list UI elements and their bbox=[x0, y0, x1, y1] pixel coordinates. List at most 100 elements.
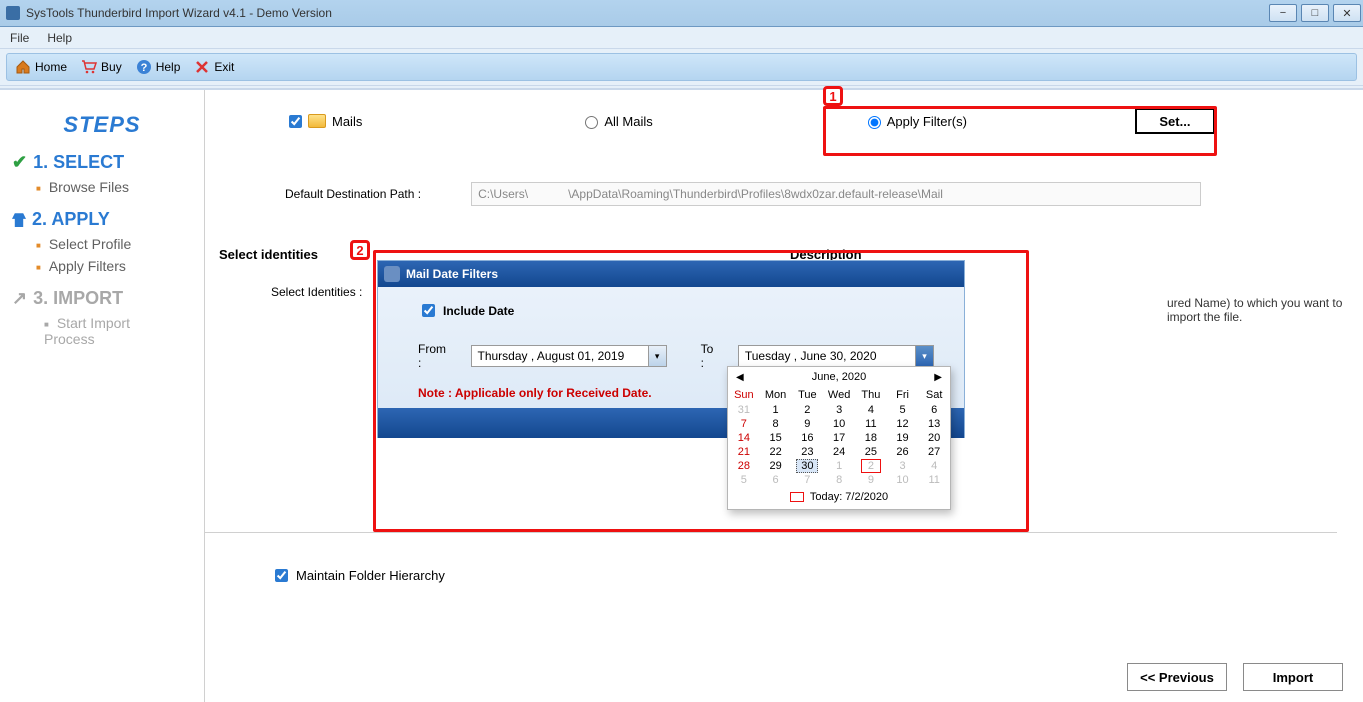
menu-help[interactable]: Help bbox=[47, 31, 72, 45]
calendar-day[interactable]: 30 bbox=[791, 459, 823, 473]
toolbar-exit[interactable]: Exit bbox=[194, 59, 234, 75]
calendar-day[interactable]: 31 bbox=[728, 403, 760, 417]
from-dropdown-icon[interactable] bbox=[648, 346, 666, 366]
calendar-day[interactable]: 6 bbox=[918, 403, 950, 417]
select-identities-header: Select identities bbox=[219, 247, 318, 262]
maintain-hierarchy-wrap[interactable]: Maintain Folder Hierarchy bbox=[271, 566, 445, 585]
step-1-select[interactable]: 1. SELECT bbox=[12, 152, 192, 173]
calendar-day[interactable]: 3 bbox=[823, 403, 855, 417]
description-tail-text: ured Name) to which you want to import t… bbox=[1167, 296, 1363, 324]
toolbar-home[interactable]: Home bbox=[15, 59, 67, 75]
calendar-day[interactable]: 8 bbox=[823, 473, 855, 487]
to-label: To : bbox=[701, 342, 720, 370]
calendar-day[interactable]: 27 bbox=[918, 445, 950, 459]
calendar-day[interactable]: 16 bbox=[791, 431, 823, 445]
calendar-day[interactable]: 7 bbox=[791, 473, 823, 487]
calendar-day[interactable]: 9 bbox=[855, 473, 887, 487]
steps-sidebar: STEPS 1. SELECT Browse Files 2. APPLY Se… bbox=[0, 90, 205, 702]
toolbar-buy-label: Buy bbox=[101, 60, 122, 74]
calendar-day[interactable]: 7 bbox=[728, 417, 760, 431]
all-mails-radio[interactable] bbox=[585, 116, 598, 129]
substep-select-profile[interactable]: Select Profile bbox=[36, 236, 192, 252]
window-title: SysTools Thunderbird Import Wizard v4.1 … bbox=[26, 6, 332, 20]
home-icon bbox=[15, 59, 31, 75]
dest-path-label: Default Destination Path : bbox=[285, 187, 421, 201]
toolbar-container: Home Buy ? Help Exit bbox=[0, 49, 1363, 86]
calendar-day[interactable]: 3 bbox=[887, 459, 919, 473]
calendar-day[interactable]: 1 bbox=[760, 403, 792, 417]
from-date-value: Thursday , August 01, 2019 bbox=[478, 349, 625, 363]
toolbar-exit-label: Exit bbox=[214, 60, 234, 74]
calendar-day[interactable]: 22 bbox=[760, 445, 792, 459]
calendar-today-label: Today: 7/2/2020 bbox=[810, 491, 888, 503]
today-marker-icon bbox=[790, 492, 804, 502]
step-2-apply[interactable]: 2. APPLY bbox=[12, 209, 192, 230]
calendar-day[interactable]: 5 bbox=[728, 473, 760, 487]
calendar-day[interactable]: 1 bbox=[823, 459, 855, 473]
calendar-day[interactable]: 14 bbox=[728, 431, 760, 445]
close-button[interactable]: ✕ bbox=[1333, 4, 1361, 22]
calendar-day[interactable]: 20 bbox=[918, 431, 950, 445]
include-date-wrap[interactable]: Include Date bbox=[418, 301, 934, 320]
calendar-dow: Fri bbox=[887, 387, 919, 403]
calendar-day[interactable]: 23 bbox=[791, 445, 823, 459]
calendar-day[interactable]: 4 bbox=[855, 403, 887, 417]
mails-checkbox[interactable] bbox=[289, 115, 302, 128]
toolbar-help[interactable]: ? Help bbox=[136, 59, 181, 75]
include-date-checkbox[interactable] bbox=[422, 304, 435, 317]
calendar-day[interactable]: 10 bbox=[823, 417, 855, 431]
calendar-day[interactable]: 28 bbox=[728, 459, 760, 473]
calendar-prev-month[interactable]: ◀ bbox=[736, 372, 744, 383]
maintain-hierarchy-label: Maintain Folder Hierarchy bbox=[296, 568, 445, 583]
calendar-day[interactable]: 19 bbox=[887, 431, 919, 445]
maintain-hierarchy-checkbox[interactable] bbox=[275, 569, 288, 582]
help-icon: ? bbox=[136, 59, 152, 75]
calendar-dow: Sun bbox=[728, 387, 760, 403]
substep-browse-files[interactable]: Browse Files bbox=[36, 179, 192, 195]
maximize-button[interactable]: □ bbox=[1301, 4, 1329, 22]
calendar-day[interactable]: 9 bbox=[791, 417, 823, 431]
substep-apply-filters[interactable]: Apply Filters bbox=[36, 258, 192, 274]
to-date-value: Tuesday , June 30, 2020 bbox=[745, 349, 877, 363]
toolbar: Home Buy ? Help Exit bbox=[6, 53, 1357, 81]
calendar-day[interactable]: 11 bbox=[855, 417, 887, 431]
calendar-day[interactable]: 24 bbox=[823, 445, 855, 459]
cart-icon bbox=[81, 59, 97, 75]
exit-icon bbox=[194, 59, 210, 75]
folder-icon bbox=[308, 114, 326, 128]
import-button[interactable]: Import bbox=[1243, 663, 1343, 691]
calendar-day[interactable]: 26 bbox=[887, 445, 919, 459]
calendar-day[interactable]: 12 bbox=[887, 417, 919, 431]
mails-checkbox-wrap[interactable]: Mails bbox=[285, 112, 362, 131]
dest-path-input[interactable] bbox=[471, 182, 1201, 206]
select-identities-label: Select Identities : bbox=[271, 285, 362, 299]
calendar-day[interactable]: 13 bbox=[918, 417, 950, 431]
toolbar-buy[interactable]: Buy bbox=[81, 59, 122, 75]
calendar-day[interactable]: 11 bbox=[918, 473, 950, 487]
calendar-day[interactable]: 4 bbox=[918, 459, 950, 473]
calendar-day[interactable]: 29 bbox=[760, 459, 792, 473]
calendar-day[interactable]: 18 bbox=[855, 431, 887, 445]
calendar-day[interactable]: 8 bbox=[760, 417, 792, 431]
all-mails-label: All Mails bbox=[604, 114, 652, 129]
calendar-next-month[interactable]: ▶ bbox=[934, 372, 942, 383]
calendar-day[interactable]: 21 bbox=[728, 445, 760, 459]
calendar-day[interactable]: 25 bbox=[855, 445, 887, 459]
calendar-day[interactable]: 6 bbox=[760, 473, 792, 487]
calendar-day[interactable]: 15 bbox=[760, 431, 792, 445]
calendar-day[interactable]: 2 bbox=[855, 459, 887, 473]
menu-file[interactable]: File bbox=[10, 31, 29, 45]
calendar-month-label[interactable]: June, 2020 bbox=[812, 371, 866, 383]
from-date-picker[interactable]: Thursday , August 01, 2019 bbox=[471, 345, 667, 367]
calendar-day[interactable]: 2 bbox=[791, 403, 823, 417]
previous-button[interactable]: << Previous bbox=[1127, 663, 1227, 691]
calendar-day[interactable]: 5 bbox=[887, 403, 919, 417]
minimize-button[interactable]: − bbox=[1269, 4, 1297, 22]
to-dropdown-icon[interactable] bbox=[915, 346, 933, 366]
calendar-today-row[interactable]: Today: 7/2/2020 bbox=[728, 487, 950, 509]
calendar-day[interactable]: 10 bbox=[887, 473, 919, 487]
calendar-day[interactable]: 17 bbox=[823, 431, 855, 445]
calendar-grid: SunMonTueWedThuFriSat 311234567891011121… bbox=[728, 387, 950, 487]
toolbar-help-label: Help bbox=[156, 60, 181, 74]
to-date-picker[interactable]: Tuesday , June 30, 2020 bbox=[738, 345, 934, 367]
